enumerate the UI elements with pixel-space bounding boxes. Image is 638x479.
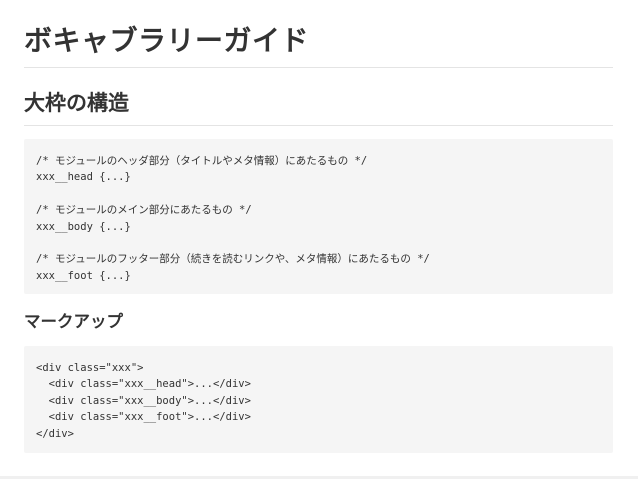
code-line: xxx__head {...} [36, 171, 131, 184]
code-line: /* モジュールのメイン部分にあたるもの */ [36, 204, 252, 217]
code-line: <div class="xxx__body">...</div> [36, 394, 251, 407]
code-line: xxx__body {...} [36, 220, 131, 233]
code-line: <div class="xxx__head">...</div> [36, 378, 251, 391]
code-line: /* モジュールのフッター部分（続きを読むリンクや、メタ情報）にあたるもの */ [36, 253, 430, 266]
section-heading-structure: 大枠の構造 [24, 91, 129, 115]
code-block-structure: /* モジュールのヘッダ部分（タイトルやメタ情報）にあたるもの */ xxx__h… [24, 139, 613, 294]
code-line: /* モジュールのヘッダ部分（タイトルやメタ情報）にあたるもの */ [36, 155, 368, 167]
section-divider [24, 125, 613, 126]
page-title: ボキャブラリーガイド [24, 24, 310, 57]
code-line: <div class="xxx"> [36, 362, 144, 374]
subsection-heading-markup: マークアップ [24, 312, 123, 331]
title-divider [24, 67, 613, 68]
code-line: <div class="xxx__foot">...</div> [36, 411, 251, 424]
code-line: xxx__foot {...} [36, 269, 131, 282]
code-line: </div> [36, 427, 74, 440]
code-block-markup: <div class="xxx"> <div class="xxx__head"… [24, 346, 613, 453]
